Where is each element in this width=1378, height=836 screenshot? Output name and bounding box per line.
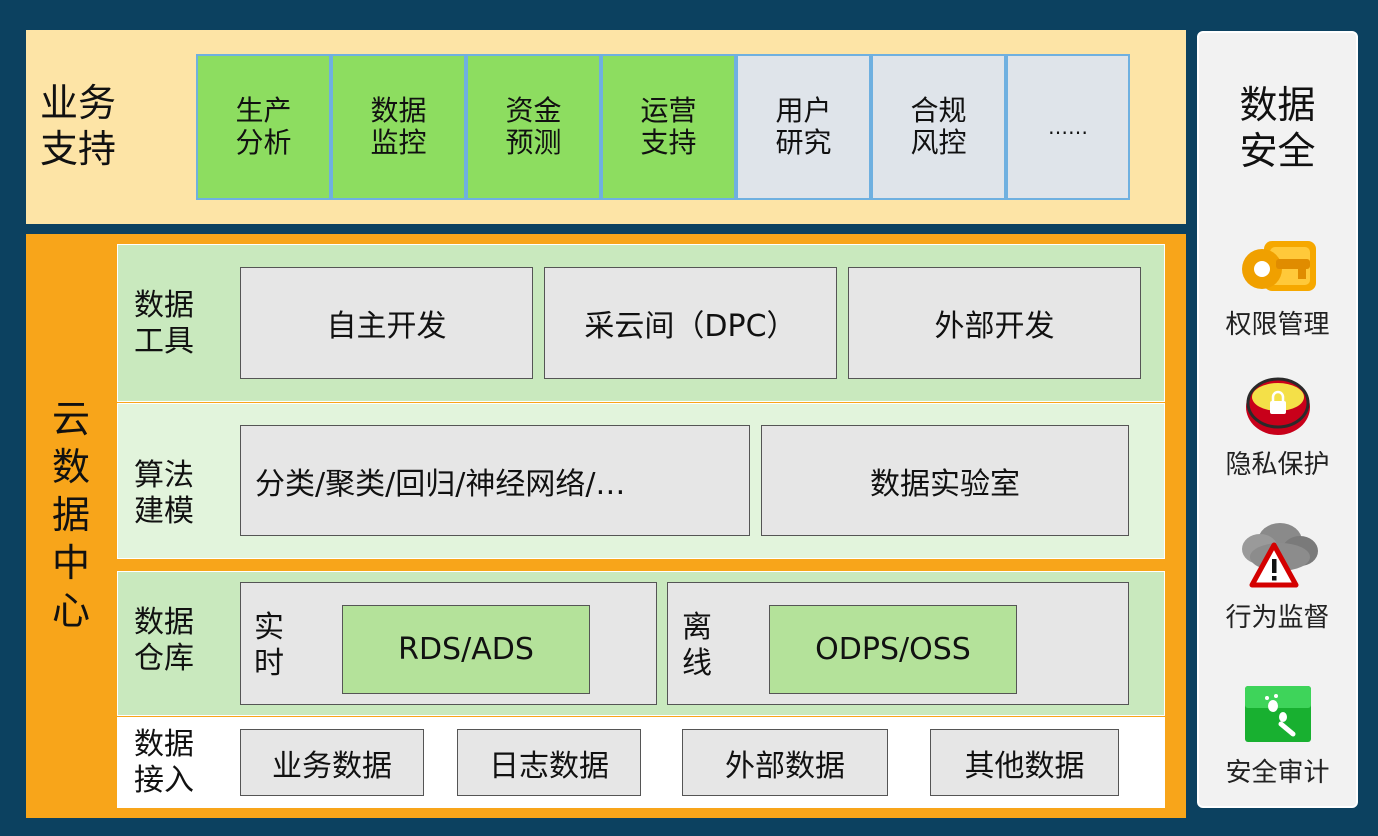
warehouse-realtime-label: 实 时 <box>254 610 284 681</box>
biz-item-data-monitoring: 数据 监控 <box>331 54 466 200</box>
business-support-title: 业务 支持 <box>40 81 117 171</box>
data-ingestion-label: 数据 接入 <box>134 727 194 798</box>
warehouse-realtime-store: RDS/ADS <box>342 605 590 694</box>
tool-self-development: 自主开发 <box>240 267 533 379</box>
biz-item-fund-forecast: 资金 预测 <box>466 54 601 200</box>
data-security-title: 数据 安全 <box>1239 83 1316 173</box>
biz-item-production-analysis: 生产 分析 <box>196 54 331 200</box>
security-audit-label: 安全审计 <box>1225 757 1330 788</box>
modeling-algorithms: 分类/聚类/回归/神经网络/… <box>240 425 750 536</box>
security-behavior-label: 行为监督 <box>1225 602 1330 633</box>
data-tools-label: 数据 工具 <box>134 288 194 359</box>
data-warehouse-label: 数据 仓库 <box>134 605 194 676</box>
key-icon <box>1200 232 1355 296</box>
modeling-data-lab: 数据实验室 <box>761 425 1129 536</box>
tool-external-development: 外部开发 <box>848 267 1141 379</box>
security-permission-label: 权限管理 <box>1225 309 1330 340</box>
cloud-datacenter-title: 云 数 据 中 心 <box>51 397 90 633</box>
warehouse-offline-label: 离 线 <box>682 610 712 681</box>
security-privacy-label: 隐私保护 <box>1225 449 1330 480</box>
ingest-external-data: 外部数据 <box>682 729 888 796</box>
biz-item-compliance-risk: 合规 风控 <box>871 54 1006 200</box>
ingest-business-data: 业务数据 <box>240 729 424 796</box>
biz-item-operations-support: 运营 支持 <box>601 54 736 200</box>
warning-cloud-icon <box>1200 514 1355 590</box>
warehouse-offline-store: ODPS/OSS <box>769 605 1017 694</box>
biz-item-user-research: 用户 研究 <box>736 54 871 200</box>
footprint-icon <box>1200 684 1355 744</box>
tool-dpc: 采云间（DPC） <box>544 267 837 379</box>
ingest-other-data: 其他数据 <box>930 729 1119 796</box>
ingest-log-data: 日志数据 <box>457 729 641 796</box>
biz-item-more: …… <box>1006 54 1130 200</box>
algorithm-modeling-label: 算法 建模 <box>134 458 194 529</box>
lock-icon <box>1200 374 1355 438</box>
